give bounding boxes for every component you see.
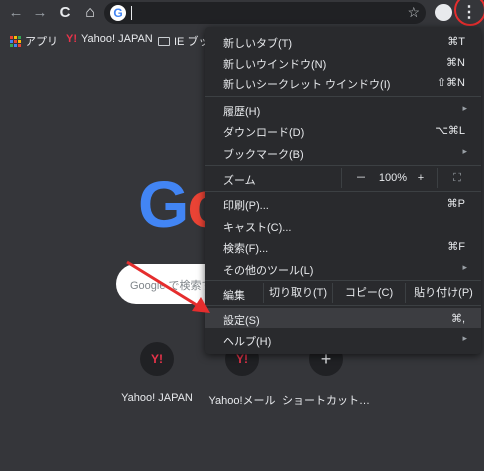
- annotation-arrow: [126, 260, 210, 313]
- annotation-arrow-shaft: [126, 260, 201, 309]
